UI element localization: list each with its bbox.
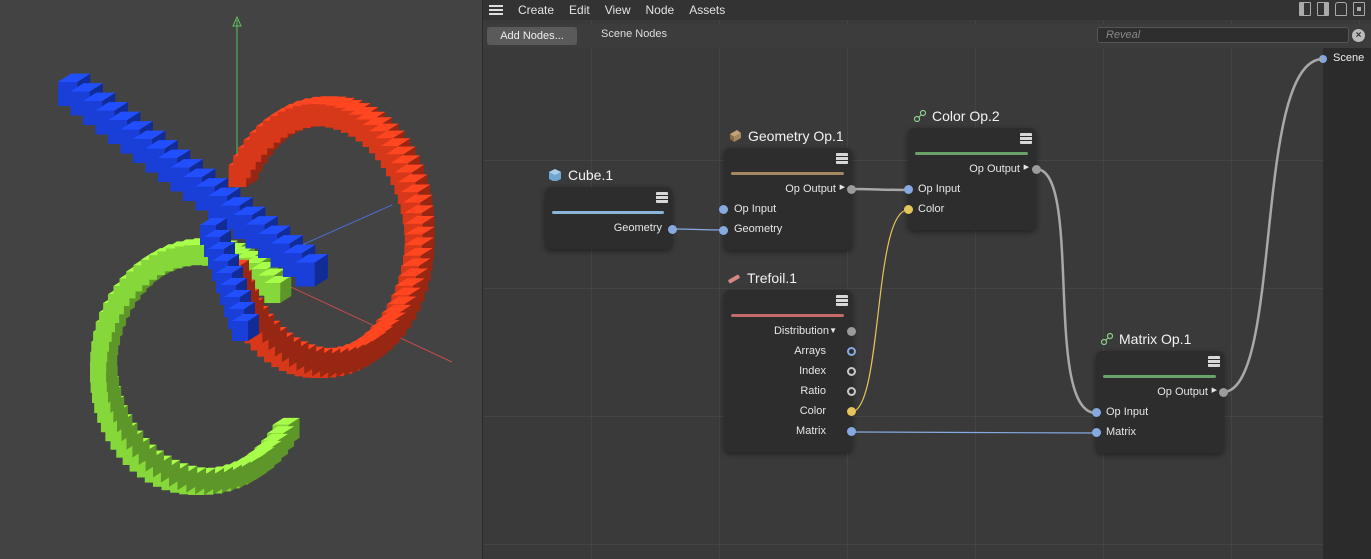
node-color-stripe — [731, 314, 844, 317]
trefoil-distribution-port[interactable] — [847, 327, 856, 336]
wire-cube-geometry — [672, 228, 725, 231]
port-label-op-output: Op Output — [969, 163, 1020, 175]
cube-geometry-output-port[interactable] — [668, 225, 677, 234]
matrix-op-node[interactable]: Op Output ▶ Op Input Matrix — [1096, 351, 1224, 453]
trefoil-node[interactable]: Distribution ▼ Arrays Index Ratio Color … — [724, 290, 852, 452]
node-color-stripe — [731, 172, 844, 175]
trefoil-matrix-port[interactable] — [847, 427, 856, 436]
geometry-op-input-port[interactable] — [719, 205, 728, 214]
port-label-matrix: Matrix — [796, 425, 826, 437]
node-menu-icon[interactable] — [836, 153, 848, 164]
cube-node[interactable]: Geometry — [545, 187, 672, 249]
node-wires — [672, 57, 1324, 434]
node-menu-icon[interactable] — [656, 192, 668, 203]
geometry-op-geometry-port[interactable] — [719, 226, 728, 235]
node-menu-icon[interactable] — [1208, 356, 1220, 367]
wire-matrix-scene — [1222, 57, 1324, 394]
port-label-geometry: Geometry — [734, 223, 783, 235]
color-op-output-port[interactable] — [1032, 165, 1041, 174]
color-op-icon — [913, 109, 926, 122]
voxel-face — [295, 262, 315, 287]
voxel-face — [264, 283, 281, 304]
trefoil-index-port[interactable] — [847, 367, 856, 376]
expand-arrow-icon[interactable]: ▶ — [1024, 163, 1029, 171]
node-editor[interactable]: Create Edit View Node Assets Add Nodes..… — [483, 0, 1371, 559]
dropdown-arrow-icon[interactable]: ▼ — [829, 326, 837, 335]
cube-icon — [549, 169, 561, 181]
expand-arrow-icon[interactable]: ▶ — [840, 183, 845, 191]
geometry-op-output-port[interactable] — [847, 185, 856, 194]
trefoil-color-port[interactable] — [847, 407, 856, 416]
port-label-color: Color — [799, 405, 826, 417]
port-label-distribution: Distribution — [773, 325, 829, 337]
matrix-op-icon — [1100, 332, 1113, 345]
wire-geometry-color — [850, 187, 909, 192]
geometry-op-node[interactable]: Op Output ▶ Op Input Geometry — [724, 148, 852, 250]
trefoil-icon — [728, 274, 740, 284]
green-knot-segment — [90, 238, 300, 495]
trefoil-arrays-port[interactable] — [847, 347, 856, 356]
color-op-node[interactable]: Op Output ▶ Op Input Color — [908, 128, 1036, 230]
trefoil-render — [58, 15, 453, 495]
matrix-op-node-title: Matrix Op.1 — [1119, 331, 1192, 347]
cube-node-title: Cube.1 — [568, 167, 614, 183]
trefoil-node-title: Trefoil.1 — [747, 270, 798, 286]
wire-color-matrix — [1035, 167, 1097, 415]
port-label-op-input: Op Input — [734, 203, 777, 215]
port-label-geometry: Geometry — [613, 222, 662, 234]
node-color-stripe — [552, 211, 664, 214]
port-label-index: Index — [799, 365, 826, 377]
expand-arrow-icon[interactable]: ▶ — [1212, 386, 1217, 394]
port-label-color: Color — [918, 203, 945, 215]
node-menu-icon[interactable] — [836, 295, 848, 306]
node-menu-icon[interactable] — [1020, 133, 1032, 144]
3d-viewport[interactable] — [0, 0, 482, 559]
port-label-op-input: Op Input — [1106, 406, 1149, 418]
wire-trefoil-matrix — [850, 431, 1097, 434]
port-label-op-output: Op Output — [1157, 386, 1208, 398]
color-op-input-port[interactable] — [904, 185, 913, 194]
port-label-op-input: Op Input — [918, 183, 961, 195]
geometry-op-icon — [730, 130, 741, 142]
port-label-matrix: Matrix — [1106, 426, 1136, 438]
voxel-face — [232, 321, 248, 341]
trefoil-ratio-port[interactable] — [847, 387, 856, 396]
geometry-op-node-title: Geometry Op.1 — [748, 128, 844, 144]
app-window: Create Edit View Node Assets Add Nodes..… — [0, 0, 1371, 559]
port-label-ratio: Ratio — [800, 385, 826, 397]
matrix-op-input-port[interactable] — [1092, 408, 1101, 417]
port-label-op-output: Op Output — [785, 183, 836, 195]
node-color-stripe — [915, 152, 1028, 155]
port-label-arrays: Arrays — [794, 345, 826, 357]
matrix-op-matrix-port[interactable] — [1092, 428, 1101, 437]
matrix-op-output-port[interactable] — [1219, 388, 1228, 397]
node-color-stripe — [1103, 375, 1216, 378]
color-op-node-title: Color Op.2 — [932, 108, 1000, 124]
wire-trefoil-color — [850, 209, 909, 413]
color-op-color-port[interactable] — [904, 205, 913, 214]
